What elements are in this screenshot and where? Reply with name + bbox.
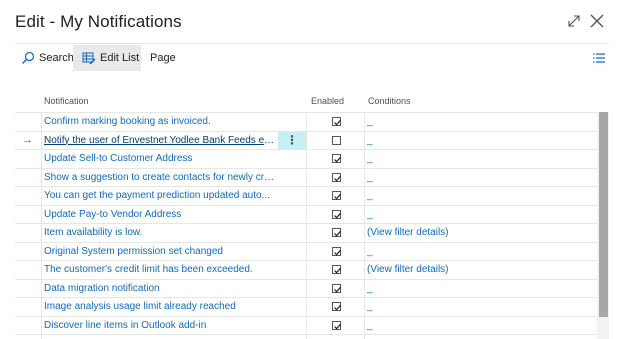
conditions-link[interactable]: _ (367, 190, 373, 201)
conditions-link[interactable]: _ (367, 135, 373, 146)
notification-name[interactable]: Original System permission set changed (44, 246, 276, 257)
enabled-checkbox[interactable] (332, 302, 342, 311)
column-divider (306, 112, 307, 339)
conditions-link[interactable]: _ (367, 116, 373, 127)
enabled-checkbox[interactable] (332, 191, 342, 200)
enabled-checkbox[interactable] (332, 209, 342, 219)
notifications-grid: Notification Enabled Conditions Confirm … (15, 92, 609, 339)
page-label: Page (150, 52, 176, 64)
conditions-link[interactable]: _ (367, 153, 373, 164)
enabled-checkbox[interactable] (332, 135, 341, 145)
notification-name[interactable]: Data migration notification (44, 283, 276, 294)
edit-list-label: Edit List (100, 52, 140, 64)
enabled-checkbox[interactable] (332, 154, 342, 163)
search-icon (21, 51, 35, 65)
column-header-notification[interactable]: Notification (44, 96, 89, 106)
enabled-checkbox[interactable] (332, 228, 342, 237)
column-divider (364, 112, 365, 339)
conditions-link[interactable]: (View filter details) (367, 264, 449, 275)
scrollbar-thumb[interactable] (599, 112, 608, 317)
enabled-checkbox[interactable] (332, 265, 342, 274)
grid-header: Notification Enabled Conditions (15, 92, 609, 112)
current-row-arrow-icon: → (22, 133, 33, 146)
conditions-link[interactable]: _ (367, 320, 373, 331)
conditions-link[interactable]: _ (367, 301, 373, 312)
expand-icon[interactable] (565, 12, 583, 30)
row-actions-menu-icon[interactable]: ⋮ (278, 131, 306, 149)
column-header-enabled[interactable]: Enabled (311, 96, 344, 106)
list-menu-icon[interactable] (592, 51, 606, 65)
column-divider (41, 112, 42, 339)
page-menu-button[interactable]: Page (150, 45, 176, 71)
conditions-link[interactable]: _ (367, 246, 373, 257)
search-button[interactable]: Search (21, 45, 74, 71)
notification-name[interactable]: You can get the payment prediction updat… (44, 190, 276, 201)
notification-name[interactable]: Show a suggestion to create contacts for… (44, 172, 276, 183)
close-icon[interactable] (588, 12, 606, 30)
conditions-link[interactable]: _ (367, 172, 373, 183)
conditions-link[interactable]: _ (367, 283, 373, 294)
search-label: Search (39, 52, 74, 64)
notification-name[interactable]: Discover line items in Outlook add-in (44, 320, 276, 331)
conditions-link[interactable]: _ (367, 209, 373, 220)
notification-name[interactable]: Confirm marking booking as invoiced. (44, 116, 276, 127)
column-header-conditions[interactable]: Conditions (368, 96, 411, 106)
notification-name[interactable]: Notify the user of Envestnet Yodlee Bank… (44, 135, 276, 146)
notification-name[interactable]: Image analysis usage limit already reach… (44, 301, 276, 312)
action-bar: Search Edit List Page (15, 45, 609, 71)
notification-name[interactable]: Update Pay-to Vendor Address (44, 209, 276, 220)
enabled-checkbox[interactable] (332, 320, 342, 330)
notification-name[interactable]: Item availability is low. (44, 227, 276, 238)
enabled-checkbox[interactable] (332, 172, 342, 182)
edit-list-button[interactable]: Edit List (73, 45, 141, 71)
enabled-checkbox[interactable] (332, 246, 342, 256)
page-title: Edit - My Notifications (15, 12, 182, 31)
conditions-link[interactable]: (View filter details) (367, 227, 449, 238)
notification-name[interactable]: The customer's credit limit has been exc… (44, 264, 276, 275)
title-divider (15, 43, 609, 44)
title-bar: Edit - My Notifications (0, 0, 624, 44)
edit-list-icon (82, 51, 96, 65)
enabled-checkbox[interactable] (332, 283, 342, 293)
enabled-checkbox[interactable] (332, 117, 342, 126)
notification-name[interactable]: Update Sell-to Customer Address (44, 153, 276, 164)
